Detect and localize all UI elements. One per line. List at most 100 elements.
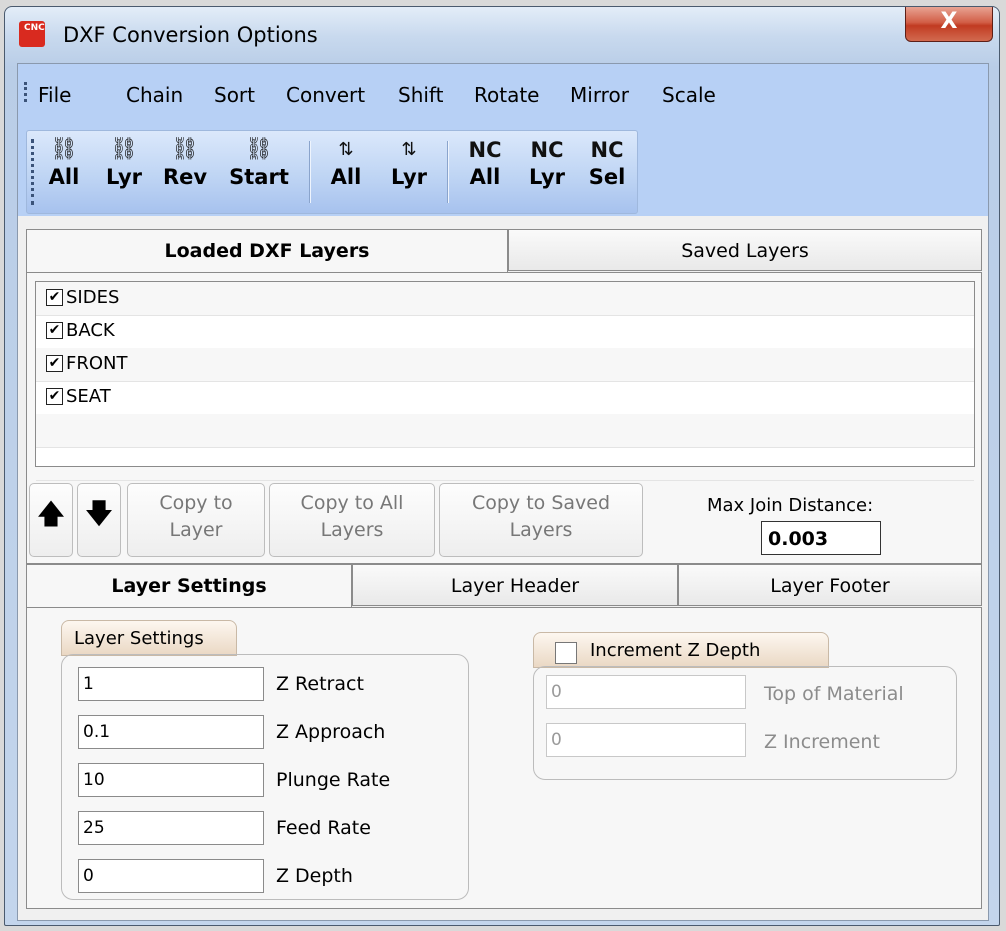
chain-start-label: Start bbox=[229, 165, 289, 189]
layer-row[interactable]: ✔ SEAT bbox=[36, 381, 974, 415]
z-increment-input[interactable]: 0 bbox=[546, 723, 746, 757]
move-up-button[interactable]: 🡅 bbox=[29, 483, 73, 557]
sort-all-button[interactable]: ⇅ All bbox=[321, 135, 371, 207]
toolbar-separator bbox=[309, 141, 311, 203]
copy-to-layer-line2: Layer bbox=[169, 519, 223, 541]
nc-sel-button[interactable]: NC Sel bbox=[579, 135, 635, 207]
menu-shift[interactable]: Shift bbox=[398, 83, 443, 107]
copy-to-saved-layers-button[interactable]: Copy to Saved Layers bbox=[439, 483, 643, 557]
menu-convert[interactable]: Convert bbox=[286, 83, 365, 107]
menu-file[interactable]: File bbox=[38, 83, 71, 107]
sort-lyr-button[interactable]: ⇅ Lyr bbox=[381, 135, 437, 207]
z-approach-input[interactable]: 0.1 bbox=[78, 715, 264, 749]
toolbar: ⛓ All ⛓ Lyr ⛓ Rev ⛓ Start ⇅ All ⇅ Lyr NC… bbox=[26, 130, 638, 214]
move-down-button[interactable]: 🡇 bbox=[77, 483, 121, 557]
nc-lyr-label: Lyr bbox=[528, 165, 565, 189]
layer-row[interactable]: ✔ FRONT bbox=[36, 348, 974, 382]
copy-to-layer-button[interactable]: Copy to Layer bbox=[127, 483, 265, 557]
menu-rotate[interactable]: Rotate bbox=[474, 83, 539, 107]
layer-settings-group-title: Layer Settings bbox=[61, 620, 237, 656]
title-bar[interactable]: CNC DXF Conversion Options X bbox=[5, 7, 999, 63]
z-depth-input[interactable]: 0 bbox=[78, 859, 264, 893]
increment-z-depth-checkbox[interactable] bbox=[555, 642, 577, 664]
copy-to-all-line2: Layers bbox=[320, 519, 384, 541]
menu-bar: File Chain Sort Convert Shift Rotate Mirror Sca… bbox=[18, 64, 988, 216]
layer-checkbox[interactable]: ✔ bbox=[46, 289, 63, 306]
sort-icon: ⇅ bbox=[338, 139, 354, 160]
chain-rev-button[interactable]: ⛓ Rev bbox=[155, 135, 215, 207]
increment-z-depth-title: Increment Z Depth bbox=[533, 632, 829, 668]
layer-checkbox[interactable]: ✔ bbox=[46, 388, 63, 405]
menu-sort[interactable]: Sort bbox=[214, 83, 255, 107]
feed-rate-label: Feed Rate bbox=[276, 817, 371, 839]
app-icon-text: CNC bbox=[24, 23, 45, 33]
layer-row[interactable]: ✔ SIDES bbox=[36, 282, 974, 316]
chain-icon: ⛓ bbox=[171, 137, 199, 162]
sort-lyr-label: Lyr bbox=[390, 165, 427, 189]
nc-icon: NC bbox=[530, 138, 564, 162]
client-area: File Chain Sort Convert Shift Rotate Mirror Sca… bbox=[17, 63, 989, 921]
copy-to-saved-line1: Copy to Saved bbox=[471, 492, 611, 514]
empty-row bbox=[36, 447, 974, 481]
chain-rev-label: Rev bbox=[162, 165, 208, 189]
settings-tabs: Layer Settings Layer Header Layer Footer bbox=[26, 564, 982, 608]
copy-to-all-line1: Copy to All bbox=[300, 492, 404, 514]
chain-all-button[interactable]: ⛓ All bbox=[41, 135, 87, 207]
nc-icon: NC bbox=[590, 138, 624, 162]
chain-icon: ⛓ bbox=[110, 137, 138, 162]
chain-start-button[interactable]: ⛓ Start bbox=[221, 135, 297, 207]
z-approach-label: Z Approach bbox=[276, 721, 386, 743]
z-depth-label: Z Depth bbox=[276, 865, 353, 887]
max-join-distance-input[interactable]: 0.003 bbox=[761, 521, 881, 555]
chain-lyr-label: Lyr bbox=[105, 165, 142, 189]
plunge-rate-label: Plunge Rate bbox=[276, 769, 391, 791]
layer-list[interactable]: ✔ SIDES ✔ BACK ✔ FRONT ✔ SEAT bbox=[35, 281, 975, 481]
nc-icon: NC bbox=[468, 138, 502, 162]
menu-scale[interactable]: Scale bbox=[662, 83, 716, 107]
tab-layer-footer[interactable]: Layer Footer bbox=[678, 564, 982, 606]
sort-icon: ⇅ bbox=[401, 139, 417, 160]
nc-all-button[interactable]: NC All bbox=[457, 135, 513, 207]
layer-settings-group: 1 Z Retract 0.1 Z Approach 10 Plunge Rate 25 Fe… bbox=[61, 654, 469, 900]
nc-lyr-button[interactable]: NC Lyr bbox=[519, 135, 575, 207]
layer-name: SEAT bbox=[66, 386, 111, 407]
max-join-distance-label: Max Join Distance: bbox=[707, 495, 874, 516]
top-of-material-input[interactable]: 0 bbox=[546, 675, 746, 709]
feed-rate-input[interactable]: 25 bbox=[78, 811, 264, 845]
chain-all-label: All bbox=[48, 165, 80, 189]
menu-mirror[interactable]: Mirror bbox=[570, 83, 629, 107]
layer-name: BACK bbox=[66, 320, 115, 341]
layer-tabs: Loaded DXF Layers Saved Layers bbox=[26, 229, 982, 273]
window-title: DXF Conversion Options bbox=[63, 23, 318, 47]
increment-group: 0 Top of Material 0 Z Increment bbox=[533, 666, 957, 780]
close-button[interactable]: X bbox=[905, 7, 993, 42]
z-increment-label: Z Increment bbox=[764, 731, 880, 753]
copy-to-saved-line2: Layers bbox=[509, 519, 573, 541]
toolbar-grip[interactable] bbox=[31, 139, 34, 205]
z-retract-input[interactable]: 1 bbox=[78, 667, 264, 701]
toolbar-separator bbox=[447, 141, 449, 203]
tab-layer-settings[interactable]: Layer Settings bbox=[26, 564, 352, 608]
menu-chain[interactable]: Chain bbox=[126, 83, 183, 107]
layer-name: SIDES bbox=[66, 287, 120, 308]
empty-row bbox=[36, 414, 974, 448]
z-retract-label: Z Retract bbox=[276, 673, 364, 695]
layer-name: FRONT bbox=[66, 353, 128, 374]
plunge-rate-input[interactable]: 10 bbox=[78, 763, 264, 797]
copy-to-layer-line1: Copy to bbox=[159, 492, 233, 514]
chain-lyr-button[interactable]: ⛓ Lyr bbox=[97, 135, 151, 207]
tab-layer-header[interactable]: Layer Header bbox=[352, 564, 678, 606]
chain-icon: ⛓ bbox=[50, 137, 78, 162]
layer-row[interactable]: ✔ BACK bbox=[36, 315, 974, 349]
layer-checkbox[interactable]: ✔ bbox=[46, 322, 63, 339]
menu-grip[interactable] bbox=[24, 82, 30, 102]
layer-settings-panel: Layer Settings 1 Z Retract 0.1 Z Approach 10… bbox=[26, 607, 982, 909]
nc-sel-label: Sel bbox=[588, 165, 626, 189]
app-icon: CNC bbox=[19, 21, 45, 47]
top-of-material-label: Top of Material bbox=[764, 683, 904, 705]
tab-saved-layers[interactable]: Saved Layers bbox=[508, 229, 982, 271]
tab-loaded-dxf-layers[interactable]: Loaded DXF Layers bbox=[26, 229, 508, 273]
loaded-layers-panel: ✔ SIDES ✔ BACK ✔ FRONT ✔ SEAT 🡅 🡇 Copy to Layer… bbox=[26, 272, 982, 564]
copy-to-all-layers-button[interactable]: Copy to All Layers bbox=[269, 483, 435, 557]
layer-checkbox[interactable]: ✔ bbox=[46, 355, 63, 372]
